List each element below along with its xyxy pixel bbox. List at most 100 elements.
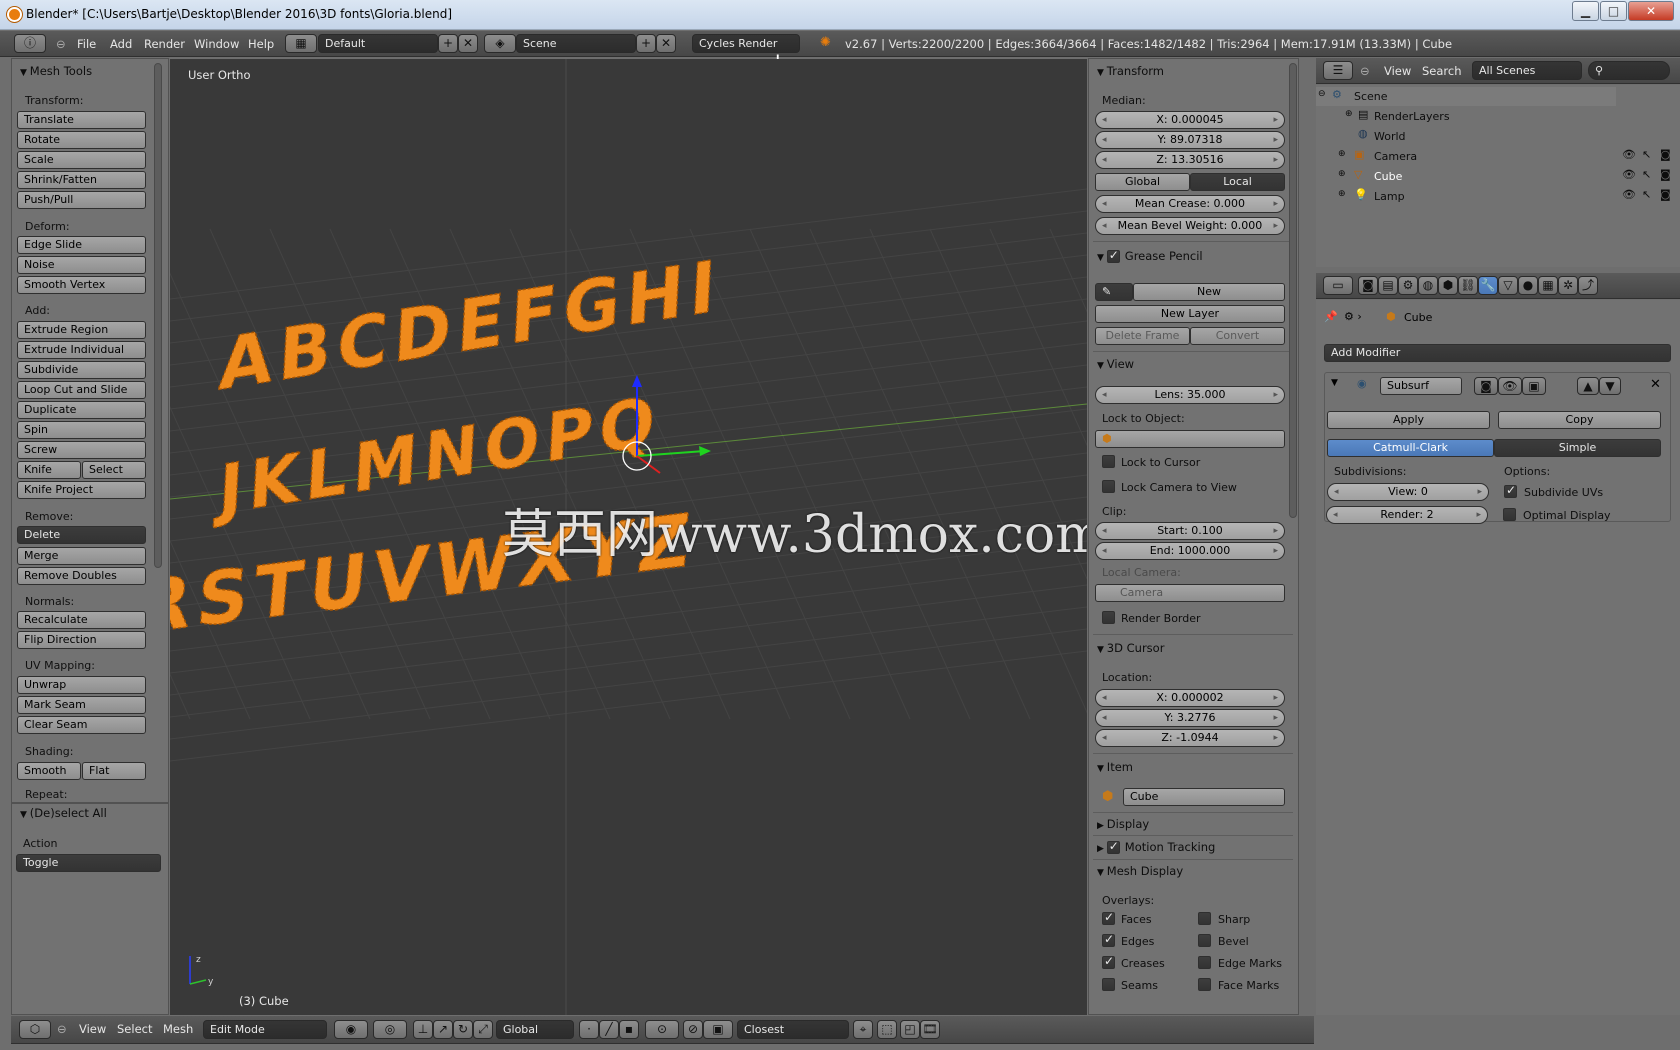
spin-button[interactable]: Spin — [17, 421, 146, 439]
outliner-row-lamp[interactable]: ⊕ 💡 Lamp 👁 ↖ ◙ — [1316, 187, 1680, 206]
cursor-z-field[interactable]: Z: -1.0944 — [1095, 729, 1285, 747]
outliner-row-renderlayers[interactable]: ⊕ ▤ RenderLayers — [1316, 107, 1616, 126]
subdiv-render-field[interactable]: Render: 2 — [1326, 506, 1488, 524]
3d-viewport[interactable]: ABCDEFGHI JKLMNOPQ RSTUVWXYZ z y User Orth… — [170, 59, 1087, 1015]
scale-button[interactable]: Scale — [17, 151, 146, 169]
layout-field[interactable]: Default — [318, 34, 438, 53]
creases-checkbox[interactable] — [1102, 954, 1115, 969]
tool-shelf-scrollbar[interactable] — [154, 63, 162, 568]
deselect-all-header[interactable]: (De)select All — [20, 806, 107, 820]
render-tab-icon[interactable]: ◙ — [1358, 276, 1378, 295]
mesh-display-header[interactable]: Mesh Display — [1097, 864, 1183, 878]
render-border-checkbox[interactable] — [1102, 611, 1115, 624]
sharp-checkbox[interactable] — [1198, 912, 1211, 925]
delete-dropdown[interactable]: Delete — [17, 526, 146, 544]
catmull-clark-toggle[interactable]: Catmull-Clark — [1327, 439, 1494, 457]
snap-align-icon[interactable]: ⌖ — [853, 1020, 873, 1039]
transform-orientation-dropdown[interactable]: Global — [496, 1020, 574, 1039]
edges-checkbox[interactable] — [1102, 932, 1115, 947]
grease-pencil-browse-icon[interactable]: ✎ — [1095, 283, 1133, 301]
action-dropdown[interactable]: Toggle — [16, 854, 161, 872]
render-camera-icon[interactable]: ◙ — [1660, 168, 1671, 181]
copy-button[interactable]: Copy — [1498, 411, 1661, 429]
collapse-icon[interactable]: ⊖ — [1318, 89, 1326, 99]
recalculate-button[interactable]: Recalculate — [17, 611, 146, 629]
median-y-field[interactable]: Y: 89.07318 — [1095, 131, 1285, 149]
render-camera-icon[interactable]: ◙ — [1660, 188, 1671, 201]
render-toggle-icon[interactable]: ◙ — [1474, 377, 1498, 395]
lock-cursor-checkbox[interactable] — [1102, 455, 1115, 468]
median-z-field[interactable]: Z: 13.30516 — [1095, 151, 1285, 169]
remove-doubles-button[interactable]: Remove Doubles — [17, 567, 146, 585]
menu-mesh[interactable]: Mesh — [163, 1022, 193, 1036]
duplicate-button[interactable]: Duplicate — [17, 401, 146, 419]
modifier-name-field[interactable]: Subsurf — [1380, 377, 1462, 395]
smooth-vertex-button[interactable]: Smooth Vertex — [17, 276, 146, 294]
cursor-x-field[interactable]: X: 0.000002 — [1095, 689, 1285, 707]
motion-tracking-header[interactable]: Motion Tracking — [1097, 839, 1215, 854]
expand-icon[interactable]: ⊕ — [1338, 149, 1346, 159]
mean-bevel-field[interactable]: Mean Bevel Weight: 0.000 — [1095, 217, 1285, 235]
subdivide-button[interactable]: Subdivide — [17, 361, 146, 379]
3d-cursor-header[interactable]: 3D Cursor — [1097, 641, 1165, 655]
expand-icon[interactable]: ⊕ — [1338, 189, 1346, 199]
snap-element-icon[interactable]: ▣ — [703, 1020, 733, 1039]
faces-checkbox[interactable] — [1102, 910, 1115, 925]
menu-render[interactable]: Render — [144, 37, 185, 51]
item-name-field[interactable]: Cube — [1123, 788, 1285, 806]
snap-toggle-icon[interactable]: ⊘ — [683, 1020, 703, 1039]
optimal-display-checkbox[interactable] — [1503, 508, 1516, 521]
outliner-row-world[interactable]: ◍ World — [1316, 127, 1616, 146]
render-still-icon[interactable]: ◰ — [900, 1020, 920, 1039]
local-camera-field[interactable]: Camera — [1095, 584, 1285, 602]
translate-button[interactable]: Translate — [17, 111, 146, 129]
noise-button[interactable]: Noise — [17, 256, 146, 274]
knife-button[interactable]: Knife — [17, 461, 81, 479]
particles-tab-icon[interactable]: ✲ — [1558, 276, 1578, 295]
apply-button[interactable]: Apply — [1327, 411, 1490, 429]
extrude-region-button[interactable]: Extrude Region — [17, 321, 146, 339]
expand-icon[interactable]: ⊕ — [1338, 169, 1346, 179]
clear-seam-button[interactable]: Clear Seam — [17, 716, 146, 734]
outliner-menu-view[interactable]: View — [1384, 64, 1411, 78]
mean-crease-field[interactable]: Mean Crease: 0.000 — [1095, 195, 1285, 213]
manipulator-toggle-icon[interactable]: ⊥ — [413, 1020, 433, 1039]
lock-object-field[interactable]: ⬢ — [1095, 430, 1285, 448]
simple-toggle[interactable]: Simple — [1494, 439, 1661, 457]
mesh-tools-header[interactable]: Mesh Tools — [20, 64, 92, 78]
texture-tab-icon[interactable]: ▦ — [1538, 276, 1558, 295]
cursor-y-field[interactable]: Y: 3.2776 — [1095, 709, 1285, 727]
constraints-tab-icon[interactable]: ⛓ — [1458, 276, 1478, 295]
loop-cut-button[interactable]: Loop Cut and Slide — [17, 381, 146, 399]
expand-icon[interactable]: ⊕ — [1345, 109, 1353, 119]
grease-pencil-header[interactable]: Grease Pencil — [1097, 248, 1203, 263]
unwrap-button[interactable]: Unwrap — [17, 676, 146, 694]
grease-pencil-new-button[interactable]: New — [1133, 283, 1285, 301]
menu-file[interactable]: File — [77, 37, 96, 51]
screw-button[interactable]: Screw — [17, 441, 146, 459]
collapse-modifier-icon[interactable]: ▼ — [1331, 378, 1338, 388]
rotate-manipulator-icon[interactable]: ↻ — [453, 1020, 473, 1039]
lens-field[interactable]: Lens: 35.000 — [1095, 386, 1285, 404]
outliner-row-camera[interactable]: ⊕ ▣ Camera 👁 ↖ ◙ — [1316, 147, 1680, 166]
editor-type-outliner-icon[interactable]: ☰ — [1323, 61, 1353, 80]
delete-frame-button[interactable]: Delete Frame — [1095, 327, 1190, 345]
select-arrow-icon[interactable]: ↖ — [1642, 168, 1651, 181]
editor-type-info-button[interactable]: ⓘ — [14, 34, 46, 53]
outliner-display-dropdown[interactable]: All Scenes — [1472, 61, 1582, 80]
subdiv-view-field[interactable]: View: 0 — [1327, 483, 1489, 501]
visibility-eye-icon[interactable]: 👁 — [1622, 168, 1636, 181]
collapse-menu-icon-bottom[interactable]: ⊖ — [57, 1022, 67, 1036]
menu-select[interactable]: Select — [117, 1022, 152, 1036]
letters-row-1[interactable]: ABCDEFGHI — [216, 243, 724, 408]
shrink-fatten-button[interactable]: Shrink/Fatten — [17, 171, 146, 189]
physics-tab-icon[interactable]: ⤴ — [1578, 276, 1598, 295]
mark-seam-button[interactable]: Mark Seam — [17, 696, 146, 714]
data-tab-icon[interactable]: ▽ — [1498, 276, 1518, 295]
median-x-field[interactable]: X: 0.000045 — [1095, 111, 1285, 129]
viewport-shading-icon[interactable]: ◉ — [334, 1020, 368, 1039]
visibility-eye-icon[interactable]: 👁 — [1622, 148, 1636, 161]
outliner-search-field[interactable]: ⚲ — [1588, 61, 1670, 80]
seams-checkbox[interactable] — [1102, 978, 1115, 991]
world-tab-icon[interactable]: ◍ — [1418, 276, 1438, 295]
